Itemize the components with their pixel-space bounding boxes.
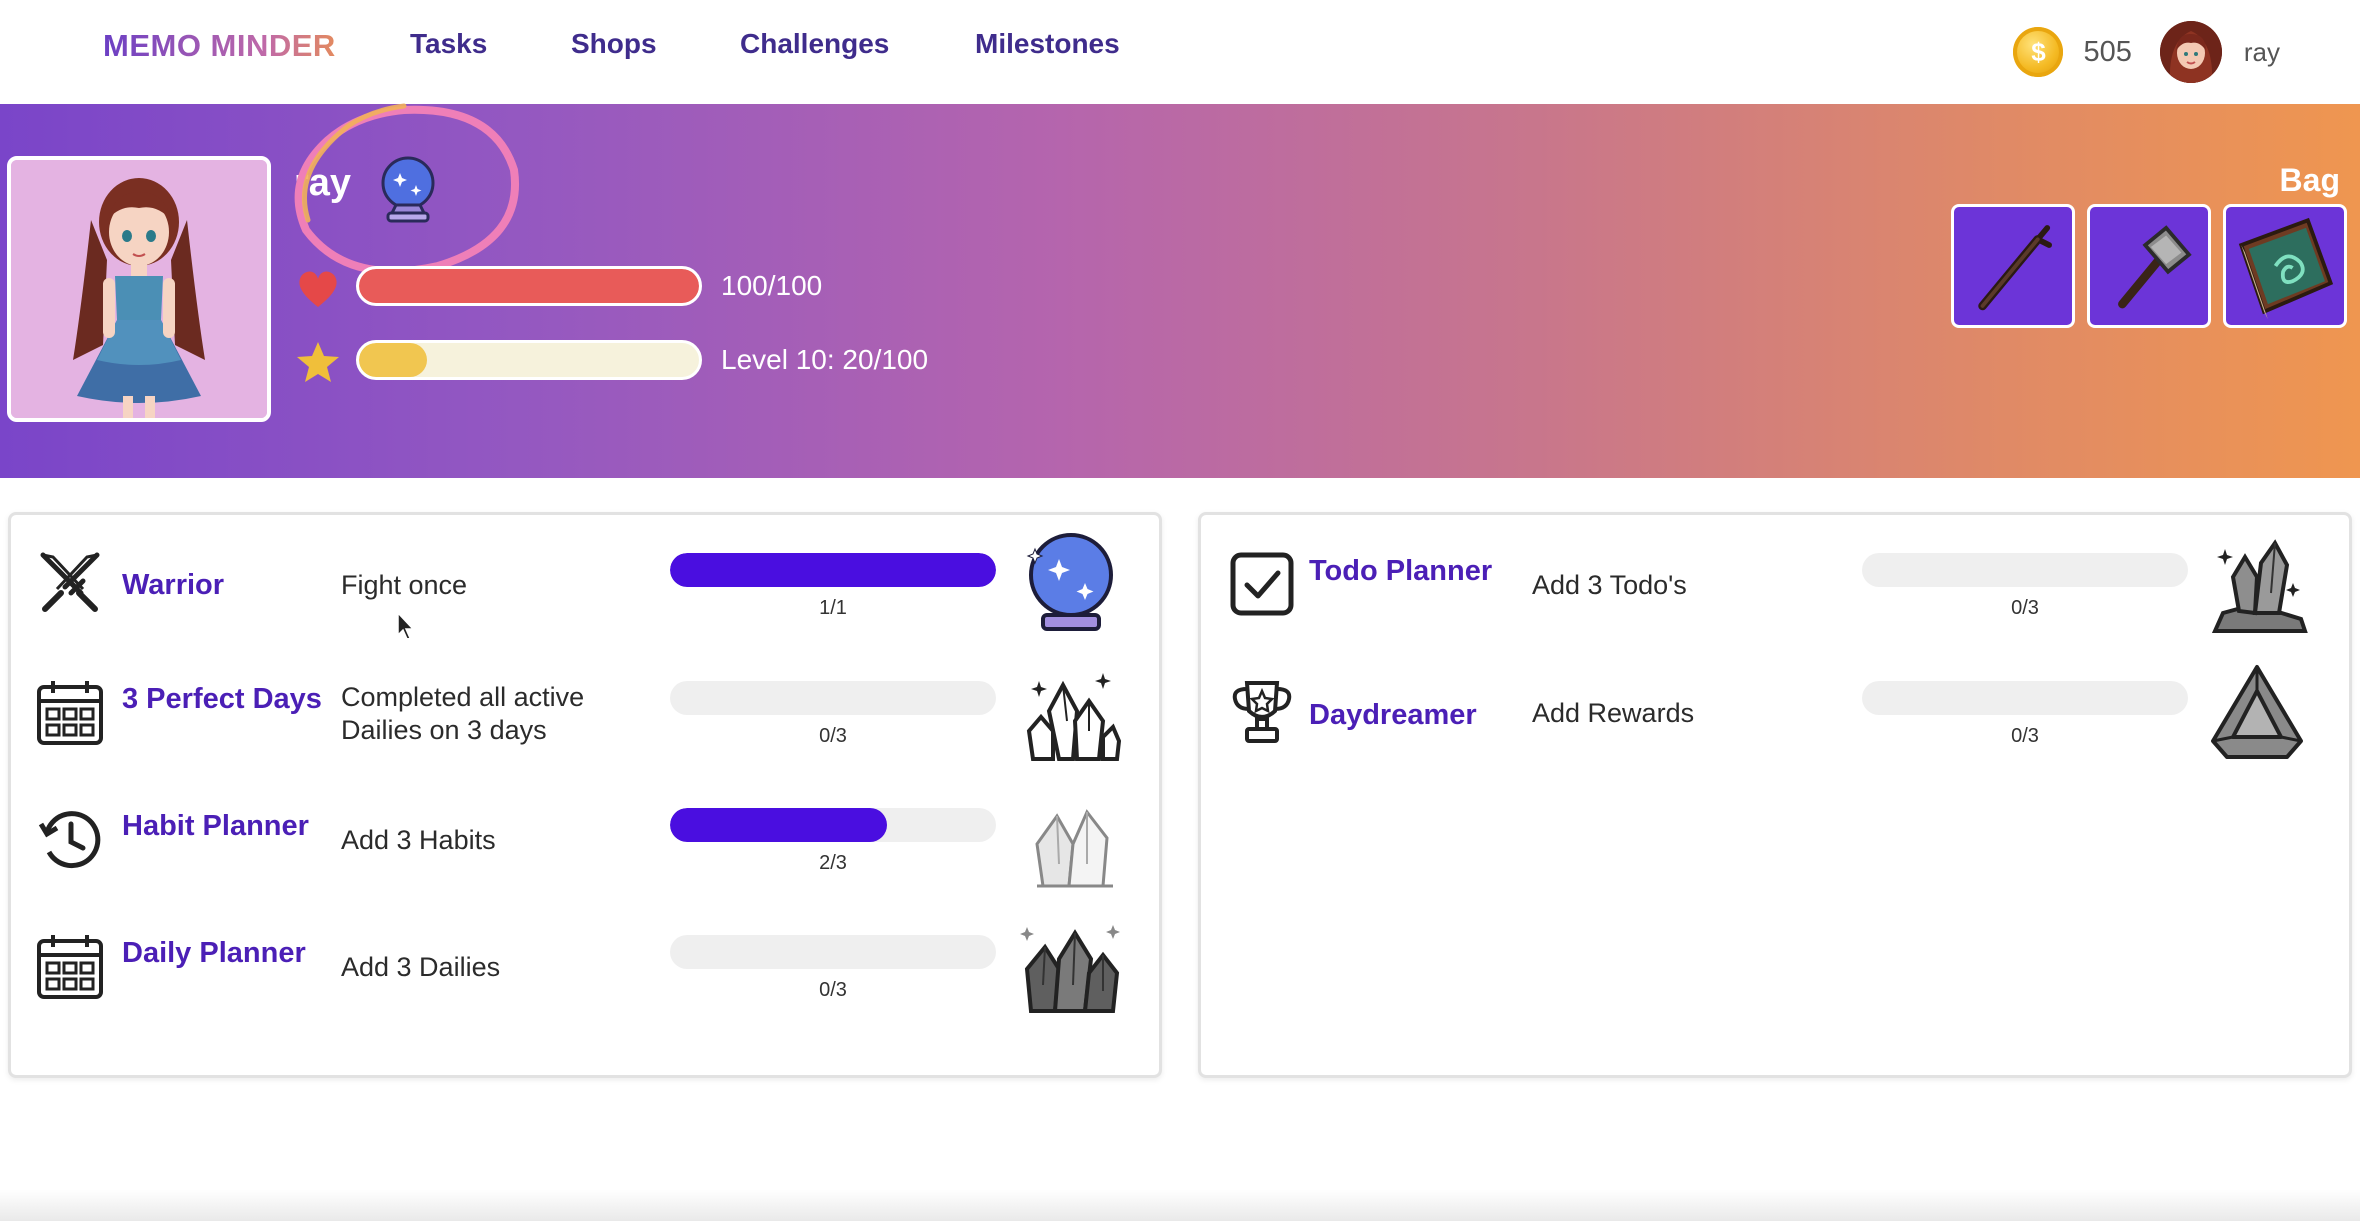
milestone-progress-bar — [670, 808, 996, 842]
bag-item-hammer[interactable] — [2087, 204, 2211, 328]
bag-label: Bag — [2279, 162, 2340, 198]
top-nav: MEMO MINDER Tasks Shops Challenges Miles… — [0, 0, 2360, 104]
user-name[interactable]: ray — [2244, 37, 2280, 68]
nav-link-tasks[interactable]: Tasks — [410, 28, 487, 60]
star-icon — [297, 342, 339, 382]
progress-fill — [670, 808, 888, 842]
pyramid-gem-badge — [2211, 665, 2303, 759]
progress-fill — [670, 553, 996, 587]
milestone-row-warrior: Warrior Fight once 1/1 — [11, 527, 1159, 647]
milestone-row-todo-planner: Todo Planner Add 3 Todo's 0/3 — [1201, 527, 2349, 647]
xp-text: Level 10: 20/100 — [721, 344, 929, 375]
milestone-title: Daily Planner — [122, 937, 306, 969]
spellbook-icon — [2238, 217, 2334, 320]
bag-item-staff[interactable] — [1951, 204, 2075, 328]
bag-item-spellbook[interactable] — [2223, 204, 2347, 328]
milestone-title: 3 Perfect Days — [122, 683, 322, 715]
milestone-title: Todo Planner — [1309, 555, 1493, 587]
crystal-cluster-badge — [1026, 673, 1122, 761]
milestone-progress-bar — [670, 681, 996, 715]
milestone-row-daily-planner: Daily Planner Add 3 Dailies 0/3 — [11, 909, 1159, 1029]
app-logo[interactable]: MEMO MINDER — [103, 28, 336, 64]
hammer-icon — [2118, 225, 2192, 309]
heart-icon — [299, 271, 337, 307]
milestone-row-daydreamer: Daydreamer Add Rewards 0/3 — [1201, 655, 2349, 775]
nav-link-challenges[interactable]: Challenges — [740, 28, 889, 60]
nav-link-milestones[interactable]: Milestones — [975, 28, 1120, 60]
milestone-description: Fight once — [341, 570, 468, 600]
milestone-progress-bar — [670, 553, 996, 587]
health-text: 100/100 — [721, 270, 823, 301]
milestone-description: Add 3 Dailies — [341, 952, 501, 982]
milestone-progress-text: 0/3 — [2011, 725, 2039, 747]
user-avatar[interactable] — [2159, 21, 2222, 83]
xp-bar — [356, 340, 702, 380]
calendar-icon — [37, 935, 103, 999]
milestone-row-habit-planner: Habit Planner Add 3 Habits 2/3 — [11, 782, 1159, 902]
crossed-swords-icon — [40, 552, 100, 612]
calendar-icon — [37, 681, 103, 745]
milestone-progress-bar — [670, 935, 996, 969]
xp-bar-fill — [359, 343, 427, 377]
checkbox-icon — [1230, 552, 1294, 616]
milestone-title: Daydreamer — [1309, 699, 1477, 731]
milestones-card-right: Todo Planner Add 3 Todo's 0/3 Daydreamer… — [1198, 512, 2352, 1078]
trophy-icon — [1232, 681, 1292, 743]
milestone-progress-text: 0/3 — [2011, 597, 2039, 619]
milestone-progress-text: 2/3 — [819, 852, 847, 874]
crystal-rock-badge — [2211, 539, 2308, 633]
milestone-title: Warrior — [122, 569, 225, 601]
crystal-badge — [1035, 809, 1113, 888]
character-banner: ray 100/100 Level 10: 20/100 Bag — [0, 103, 2360, 478]
staff-icon — [1978, 225, 2053, 311]
coin-icon: $ — [2013, 27, 2064, 77]
character-portrait — [7, 156, 271, 422]
milestone-description: Completed all active Dailies on 3 days — [341, 682, 585, 745]
crystal-ball-icon — [381, 156, 435, 223]
clock-icon — [38, 811, 101, 869]
crystal-ball-badge — [1026, 533, 1113, 631]
milestone-progress-bar — [1862, 681, 2188, 715]
milestone-progress-text: 1/1 — [819, 597, 847, 619]
mouse-cursor-icon — [397, 611, 415, 640]
milestone-progress-text: 0/3 — [819, 725, 847, 747]
user-status: $ 505 ray — [2013, 10, 2280, 94]
nav-link-shops[interactable]: Shops — [571, 28, 657, 60]
milestones-card-left: Warrior Fight once 1/1 3 Perfect Days Co… — [8, 512, 1162, 1078]
health-bar-fill — [359, 269, 699, 303]
milestone-progress-text: 0/3 — [819, 979, 847, 1001]
milestone-description: Add 3 Habits — [341, 825, 496, 855]
milestone-description: Add 3 Todo's — [1532, 570, 1687, 600]
milestone-row-3-perfect-days: 3 Perfect Days Completed all active Dail… — [11, 655, 1159, 775]
bottom-shadow — [0, 1190, 2360, 1221]
milestone-title: Habit Planner — [122, 810, 309, 842]
milestone-description: Add Rewards — [1532, 698, 1695, 728]
milestone-progress-bar — [1862, 553, 2188, 587]
health-bar — [356, 266, 702, 306]
coin-count: 505 — [2083, 35, 2132, 68]
dark-crystal-badge — [1020, 925, 1120, 1013]
